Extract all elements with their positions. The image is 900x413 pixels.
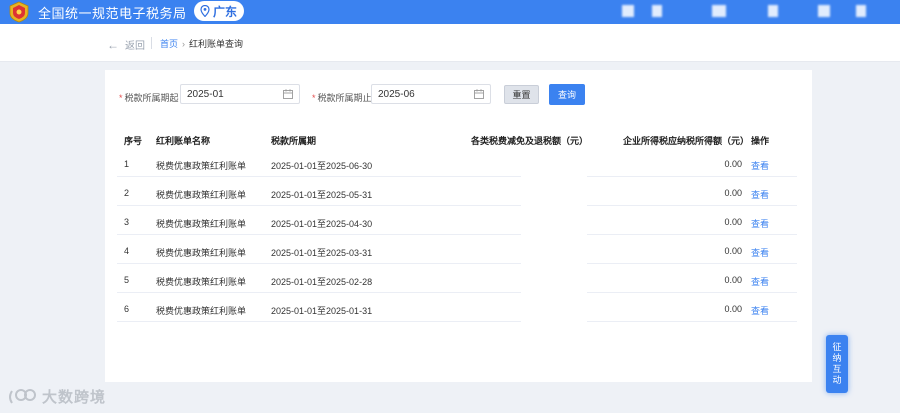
- col-header-name: 红利账单名称: [156, 136, 211, 146]
- side-tab-char: 动: [832, 375, 842, 385]
- view-link[interactable]: 查看: [751, 188, 769, 201]
- breadcrumb-separator: ›: [182, 38, 186, 49]
- row-period: 2025-01-01至2025-06-30: [271, 161, 373, 171]
- view-link[interactable]: 查看: [751, 217, 769, 230]
- location-pin-icon: [200, 5, 210, 17]
- row-period: 2025-01-01至2025-01-31: [271, 306, 373, 316]
- row-income-tax: 0.00: [724, 304, 742, 314]
- back-button[interactable]: ← 返回: [107, 37, 145, 53]
- arrow-left-icon: ←: [107, 37, 119, 52]
- divider: [151, 37, 152, 49]
- row-income-tax: 0.00: [724, 217, 742, 227]
- calendar-icon: [283, 89, 293, 99]
- interaction-side-tab[interactable]: 征 纳 互 动: [826, 335, 848, 393]
- col-header-income-tax: 企业所得税应纳税所得额（元）: [623, 136, 750, 146]
- row-income-tax: 0.00: [724, 159, 742, 169]
- table-row: 5 税费优惠政策红利账单 2025-01-01至2025-02-28 0.00 …: [117, 264, 797, 293]
- col-header-index: 序号: [124, 136, 143, 146]
- row-income-tax: 0.00: [724, 275, 742, 285]
- redacted-user-info: [622, 5, 634, 17]
- top-bar: 全国统一规范电子税务局 广东: [0, 0, 900, 24]
- side-tab-char: 纳: [832, 353, 842, 363]
- site-title[interactable]: 全国统一规范电子税务局: [38, 3, 187, 22]
- view-link[interactable]: 查看: [751, 246, 769, 259]
- back-label: 返回: [125, 41, 145, 52]
- row-income-tax: 0.00: [724, 246, 742, 256]
- row-name: 税费优惠政策红利账单: [156, 190, 247, 200]
- row-name: 税费优惠政策红利账单: [156, 219, 247, 229]
- breadcrumb-home[interactable]: 首页: [160, 37, 178, 50]
- region-selector[interactable]: 广东: [194, 1, 244, 21]
- row-index: 2: [124, 188, 130, 198]
- row-period: 2025-01-01至2025-03-31: [271, 248, 373, 258]
- redacted-user-info: [856, 5, 866, 17]
- row-name: 税费优惠政策红利账单: [156, 277, 247, 287]
- tax-emblem-icon: [9, 1, 29, 23]
- required-mark: *: [119, 93, 123, 103]
- view-link[interactable]: 查看: [751, 304, 769, 317]
- view-link[interactable]: 查看: [751, 275, 769, 288]
- reset-button[interactable]: 重置: [504, 85, 539, 104]
- view-link[interactable]: 查看: [751, 159, 769, 172]
- col-header-reduction: 各类税费减免及退税额（元）: [471, 136, 589, 146]
- row-index: 5: [124, 275, 130, 285]
- table-row: 3 税费优惠政策红利账单 2025-01-01至2025-04-30 0.00 …: [117, 206, 797, 235]
- start-period-input[interactable]: 2025-01: [180, 84, 300, 104]
- table-row: 6 税费优惠政策红利账单 2025-01-01至2025-01-31 0.00 …: [117, 293, 797, 322]
- row-divider: [117, 321, 521, 322]
- query-button[interactable]: 查询: [549, 84, 585, 105]
- col-header-period: 税款所属期: [271, 136, 317, 146]
- watermark: 大数跨境: [8, 386, 106, 407]
- side-tab-char: 互: [832, 364, 842, 374]
- start-period-label: * 税款所属期起: [119, 93, 179, 103]
- watermark-text: 大数跨境: [42, 389, 107, 406]
- row-index: 4: [124, 246, 130, 256]
- row-period: 2025-01-01至2025-02-28: [271, 277, 373, 287]
- row-period: 2025-01-01至2025-04-30: [271, 219, 373, 229]
- required-mark: *: [312, 93, 316, 103]
- breadcrumb-current: 红利账单查询: [189, 39, 244, 49]
- row-name: 税费优惠政策红利账单: [156, 306, 247, 316]
- end-period-label: * 税款所属期止: [312, 93, 372, 103]
- redacted-user-info: [768, 5, 778, 17]
- sub-header: ← 返回 首页 › 红利账单查询: [0, 24, 900, 62]
- table-row: 2 税费优惠政策红利账单 2025-01-01至2025-05-31 0.00 …: [117, 177, 797, 206]
- row-index: 6: [124, 304, 130, 314]
- redacted-user-info: [712, 5, 726, 17]
- col-header-action: 操作: [751, 136, 770, 146]
- redacted-user-info: [652, 5, 662, 17]
- redacted-user-info: [818, 5, 830, 17]
- row-period: 2025-01-01至2025-05-31: [271, 190, 373, 200]
- row-index: 1: [124, 159, 130, 169]
- row-index: 3: [124, 217, 130, 227]
- breadcrumb: 首页 › 红利账单查询: [160, 37, 243, 50]
- watermark-logo-icon: [9, 388, 36, 404]
- region-label: 广东: [213, 4, 238, 19]
- row-name: 税费优惠政策红利账单: [156, 248, 247, 258]
- calendar-icon: [474, 89, 484, 99]
- table-row: 4 税费优惠政策红利账单 2025-01-01至2025-03-31 0.00 …: [117, 235, 797, 264]
- end-period-input[interactable]: 2025-06: [371, 84, 491, 104]
- content-panel: * 税款所属期起 2025-01 * 税款所属期止 2025-06 重置 查询 序号…: [105, 70, 812, 382]
- table-row: 1 税费优惠政策红利账单 2025-01-01至2025-06-30 0.00 …: [117, 148, 797, 177]
- row-divider: [587, 321, 797, 322]
- row-name: 税费优惠政策红利账单: [156, 161, 247, 171]
- side-tab-char: 征: [832, 342, 842, 352]
- row-income-tax: 0.00: [724, 188, 742, 198]
